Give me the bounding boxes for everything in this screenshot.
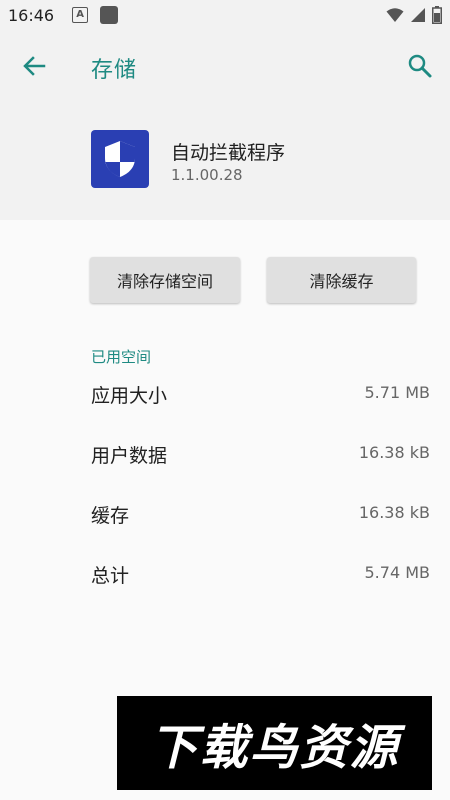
back-button[interactable] (20, 52, 48, 80)
app-header: 自动拦截程序 1.1.00.28 (0, 102, 450, 220)
watermark-text: 下载鸟资源 (149, 720, 400, 776)
a-notification-icon: A (72, 7, 89, 23)
watermark: 下载鸟资源 (117, 696, 432, 790)
row-label: 用户数据 (91, 445, 168, 467)
back-arrow-icon (23, 56, 46, 76)
row-label: 总计 (91, 565, 130, 587)
battery-icon (432, 6, 442, 24)
storage-row-total: 总计 5.74 MB (0, 553, 450, 593)
row-value: 5.71 MB (364, 383, 431, 402)
storage-row-user-data: 用户数据 16.38 kB (0, 433, 450, 473)
row-value: 16.38 kB (358, 503, 430, 522)
storage-row-cache: 缓存 16.38 kB (0, 493, 450, 533)
status-bar: 16:46 A (0, 0, 450, 30)
app-bar: 存储 (0, 30, 450, 102)
status-icons (386, 6, 442, 24)
app-version: 1.1.00.28 (171, 166, 243, 184)
signal-icon (411, 8, 425, 22)
row-label: 应用大小 (91, 385, 168, 407)
page-title: 存储 (91, 58, 138, 83)
clear-cache-button[interactable]: 清除缓存 (267, 257, 416, 303)
row-value: 5.74 MB (364, 563, 431, 582)
app-notification-icon (100, 6, 119, 24)
search-button[interactable] (406, 52, 434, 80)
app-icon (91, 130, 149, 188)
search-icon (408, 54, 432, 78)
storage-row-app-size: 应用大小 5.71 MB (0, 373, 450, 413)
clear-storage-button[interactable]: 清除存储空间 (90, 257, 240, 303)
status-time: 16:46 (8, 5, 55, 25)
row-value: 16.38 kB (358, 443, 430, 462)
section-title-used-space: 已用空间 (91, 348, 152, 366)
app-name: 自动拦截程序 (171, 142, 286, 164)
wifi-icon (386, 8, 404, 22)
shield-icon (105, 141, 135, 177)
row-label: 缓存 (91, 505, 130, 527)
